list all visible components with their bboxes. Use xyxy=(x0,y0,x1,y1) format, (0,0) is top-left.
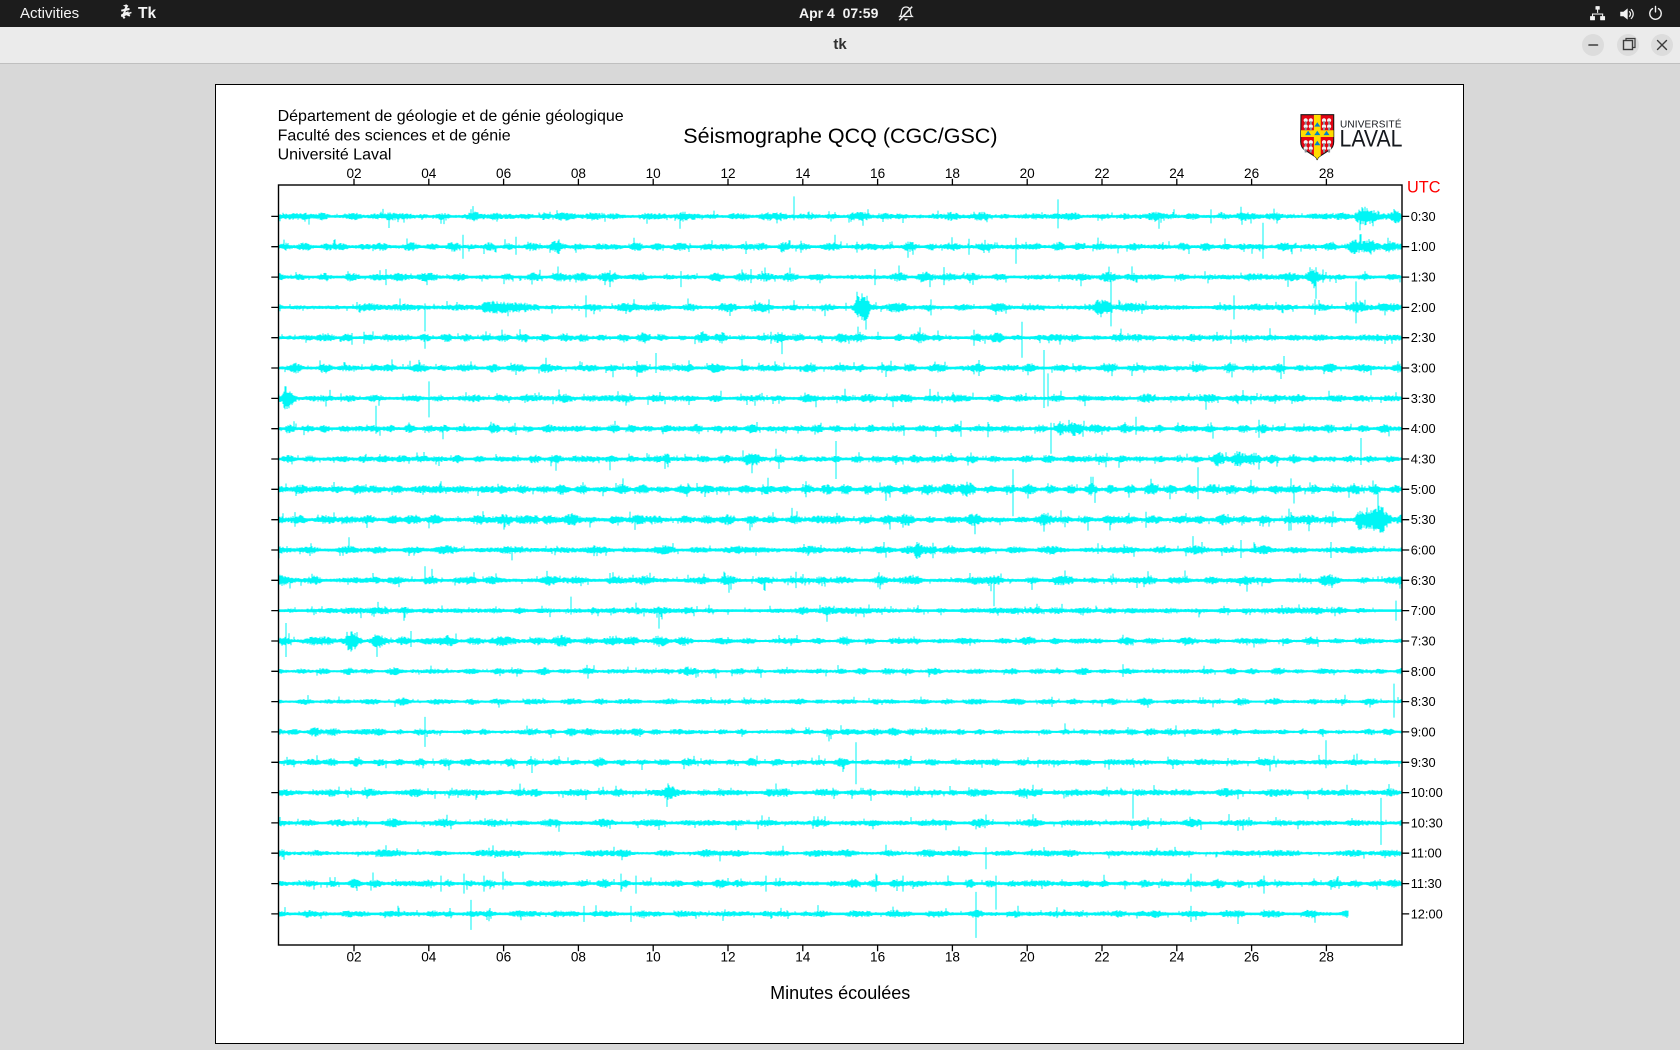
svg-text:6:00: 6:00 xyxy=(1411,543,1436,558)
svg-text:9:30: 9:30 xyxy=(1411,755,1436,770)
svg-text:Séismographe QCQ (CGC/GSC): Séismographe QCQ (CGC/GSC) xyxy=(683,124,997,148)
svg-text:Minutes écoulées: Minutes écoulées xyxy=(770,983,910,1003)
svg-text:5:30: 5:30 xyxy=(1411,512,1436,527)
svg-text:1:00: 1:00 xyxy=(1411,239,1436,254)
svg-text:12:00: 12:00 xyxy=(1411,906,1443,921)
svg-text:11:00: 11:00 xyxy=(1411,846,1442,861)
svg-text:11:30: 11:30 xyxy=(1411,876,1442,891)
svg-text:3:30: 3:30 xyxy=(1411,391,1436,406)
svg-text:1:30: 1:30 xyxy=(1411,270,1436,285)
svg-text:2:30: 2:30 xyxy=(1411,330,1436,345)
svg-text:4:30: 4:30 xyxy=(1411,452,1436,467)
svg-text:02: 02 xyxy=(346,950,361,965)
svg-text:2:00: 2:00 xyxy=(1411,300,1436,315)
svg-text:08: 08 xyxy=(571,950,586,965)
svg-text:5:00: 5:00 xyxy=(1411,482,1436,497)
svg-text:22: 22 xyxy=(1094,950,1109,965)
svg-text:6:30: 6:30 xyxy=(1411,573,1436,588)
svg-text:10:30: 10:30 xyxy=(1411,815,1443,830)
svg-text:18: 18 xyxy=(945,950,960,965)
svg-text:Université Laval: Université Laval xyxy=(278,146,392,163)
svg-text:0:30: 0:30 xyxy=(1411,209,1436,224)
svg-text:Faculté des sciences et de gén: Faculté des sciences et de génie xyxy=(278,127,511,144)
svg-text:8:00: 8:00 xyxy=(1411,664,1436,679)
svg-text:7:30: 7:30 xyxy=(1411,634,1436,649)
svg-text:24: 24 xyxy=(1169,950,1185,965)
svg-text:3:00: 3:00 xyxy=(1411,361,1436,376)
svg-text:7:00: 7:00 xyxy=(1411,603,1436,618)
svg-text:10:00: 10:00 xyxy=(1411,785,1443,800)
svg-text:10: 10 xyxy=(646,950,662,965)
svg-text:LAVAL: LAVAL xyxy=(1340,126,1403,153)
svg-text:4:00: 4:00 xyxy=(1411,421,1436,436)
svg-text:26: 26 xyxy=(1244,950,1259,965)
svg-text:16: 16 xyxy=(870,950,885,965)
svg-text:8:30: 8:30 xyxy=(1411,694,1436,709)
svg-text:06: 06 xyxy=(496,950,511,965)
svg-text:12: 12 xyxy=(720,950,735,965)
svg-text:28: 28 xyxy=(1319,950,1334,965)
svg-text:04: 04 xyxy=(421,950,437,965)
svg-text:20: 20 xyxy=(1020,950,1036,965)
svg-text:9:00: 9:00 xyxy=(1411,724,1436,739)
svg-text:14: 14 xyxy=(795,950,811,965)
svg-text:UTC: UTC xyxy=(1407,179,1441,197)
svg-text:Département de géologie et de: Département de géologie et de génie géol… xyxy=(278,108,624,125)
